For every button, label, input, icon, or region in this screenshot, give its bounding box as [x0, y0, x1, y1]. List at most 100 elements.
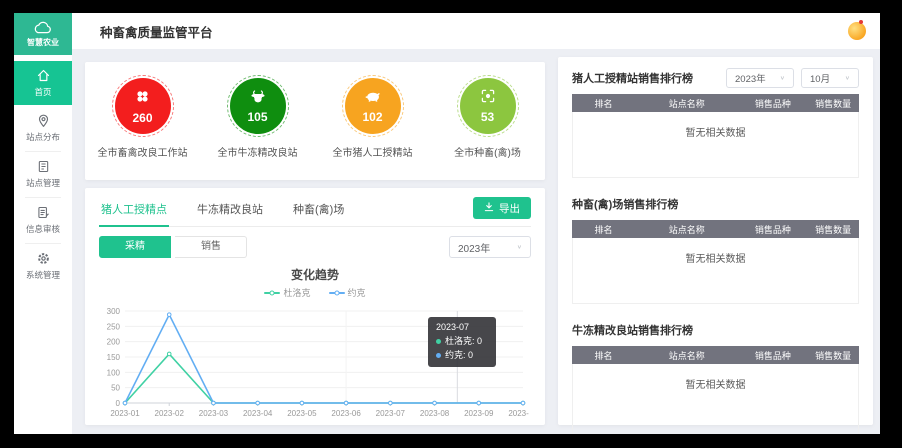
- chart-legend: 杜洛克 约克: [99, 286, 531, 299]
- stat-ring: 53: [457, 75, 519, 137]
- tab-breeding-farm[interactable]: 种畜(禽)场: [291, 198, 346, 226]
- svg-text:200: 200: [107, 338, 121, 347]
- stat-pig-ai-stations: 102 全市猪人工授精站: [315, 75, 430, 159]
- map-pin-icon: [36, 113, 51, 128]
- trend-chart-card: 猪人工授精点 牛冻精改良站 种畜(禽)场 导出 采精 销售: [85, 188, 545, 425]
- chart-controls: 采精 销售 2023年 ∨: [99, 236, 531, 258]
- chart-title: 变化趋势: [99, 266, 531, 283]
- ranking-pig-ai-sales: 猪人工授精站销售排行榜 2023年 ∨ 10月 ∨: [572, 65, 859, 178]
- stat-breeding-farms: 53 全市种畜(禽)场: [430, 75, 545, 159]
- stat-value: 105: [247, 110, 267, 124]
- ranking-breeding-farm-sales: 种畜(禽)场销售排行榜 排名 站点名称 销售品种 销售数量 暂无相关数据: [572, 191, 859, 304]
- tab-pig-ai-point[interactable]: 猪人工授精点: [99, 198, 169, 227]
- svg-text:50: 50: [111, 384, 120, 393]
- chart-tabs: 猪人工授精点 牛冻精改良站 种畜(禽)场 导出: [99, 198, 531, 227]
- stat-circle: 102: [345, 78, 401, 134]
- sidebar-item-site-distribution[interactable]: 站点分布: [14, 105, 72, 151]
- svg-text:2023-09: 2023-09: [464, 409, 494, 418]
- svg-text:250: 250: [107, 322, 121, 331]
- audit-icon: [36, 205, 51, 220]
- download-icon: [484, 202, 494, 215]
- chevron-down-icon: ∨: [845, 75, 850, 81]
- export-button[interactable]: 导出: [473, 197, 531, 219]
- svg-text:300: 300: [107, 307, 121, 316]
- stat-cattle-frozen-semen-stations: 105 全市牛冻精改良站: [200, 75, 315, 159]
- empty-state: 暂无相关数据: [572, 364, 859, 434]
- svg-text:0: 0: [116, 399, 121, 408]
- rankings-card: 猪人工授精站销售排行榜 2023年 ∨ 10月 ∨: [558, 57, 873, 425]
- cow-icon: [249, 89, 267, 109]
- legend-marker-icon: [329, 292, 345, 294]
- sidebar-item-label: 站点管理: [26, 177, 60, 189]
- sidebar-item-label: 首页: [34, 86, 51, 98]
- building-icon: [36, 159, 51, 174]
- ranking-title: 种畜(禽)场销售排行榜: [572, 196, 678, 212]
- stat-ring: 102: [342, 75, 404, 137]
- home-icon: [36, 68, 51, 83]
- stat-ring: 105: [227, 75, 289, 137]
- ranking-title: 猪人工授精站销售排行榜: [572, 70, 693, 86]
- legend-item-duroc[interactable]: 杜洛克: [264, 286, 310, 299]
- brand-label: 智慧农业: [27, 37, 59, 48]
- table-header: 排名 站点名称 销售品种 销售数量: [572, 346, 859, 364]
- svg-text:2023-03: 2023-03: [199, 409, 229, 418]
- export-label: 导出: [499, 201, 520, 216]
- stat-ring: 260: [112, 75, 174, 137]
- toggle-sales[interactable]: 销售: [175, 236, 247, 258]
- svg-text:2023-01: 2023-01: [110, 409, 140, 418]
- chart-year-select[interactable]: 2023年 ∨: [449, 236, 531, 258]
- table-header: 排名 站点名称 销售品种 销售数量: [572, 94, 859, 112]
- stat-label: 全市牛冻精改良站: [200, 144, 315, 159]
- svg-text:2023-07: 2023-07: [376, 409, 406, 418]
- stat-circle: 53: [460, 78, 516, 134]
- empty-state: 暂无相关数据: [572, 112, 859, 178]
- stat-label: 全市种畜(禽)场: [430, 144, 545, 159]
- stat-value: 102: [362, 110, 382, 124]
- app-frame: 智慧农业 首页 站点分布 站点管理 信息审核: [14, 13, 880, 434]
- sidebar-item-home[interactable]: 首页: [14, 61, 72, 105]
- ranking-title: 牛冻精改良站销售排行榜: [572, 322, 693, 338]
- sidebar-item-info-review[interactable]: 信息审核: [14, 197, 72, 243]
- sidebar-item-label: 系统管理: [26, 269, 60, 281]
- svg-text:100: 100: [107, 368, 121, 377]
- trend-chart[interactable]: 0501001502002503002023-012023-022023-032…: [99, 303, 531, 423]
- ranking-year-select[interactable]: 2023年 ∨: [726, 68, 794, 88]
- trend-chart-svg[interactable]: 0501001502002503002023-012023-022023-032…: [99, 303, 529, 423]
- svg-text:150: 150: [107, 353, 121, 362]
- stat-value: 260: [132, 111, 152, 125]
- sidebar: 智慧农业 首页 站点分布 站点管理 信息审核: [14, 13, 72, 434]
- right-column: 猪人工授精站销售排行榜 2023年 ∨ 10月 ∨: [558, 57, 873, 425]
- svg-text:2023-06: 2023-06: [331, 409, 361, 418]
- svg-text:2023-05: 2023-05: [287, 409, 317, 418]
- empty-state: 暂无相关数据: [572, 238, 859, 304]
- sidebar-item-site-management[interactable]: 站点管理: [14, 151, 72, 197]
- pig-icon: [364, 89, 382, 109]
- left-column: 260 全市畜禽改良工作站 105 全市牛冻精改良站: [85, 62, 545, 425]
- stat-label: 全市猪人工授精站: [315, 144, 430, 159]
- sidebar-item-label: 站点分布: [26, 131, 60, 143]
- clover-icon: [134, 88, 151, 110]
- legend-item-yorkshire[interactable]: 约克: [329, 286, 366, 299]
- cloud-icon: [32, 21, 54, 35]
- svg-text:2023-04: 2023-04: [243, 409, 273, 418]
- app-logo: 智慧农业: [14, 13, 72, 55]
- metric-toggle-group: 采精 销售: [99, 236, 247, 258]
- page-title: 种畜禽质量监管平台: [100, 22, 213, 41]
- stat-improvement-workstations: 260 全市畜禽改良工作站: [85, 75, 200, 159]
- svg-text:2023-08: 2023-08: [420, 409, 450, 418]
- topbar: 种畜禽质量监管平台: [72, 13, 880, 49]
- stat-value: 53: [481, 110, 494, 124]
- gear-icon: [36, 251, 51, 266]
- stat-circle: 260: [115, 78, 171, 134]
- ranking-month-select[interactable]: 10月 ∨: [801, 68, 859, 88]
- user-avatar[interactable]: [848, 22, 866, 40]
- stat-circle: 105: [230, 78, 286, 134]
- legend-marker-icon: [264, 292, 280, 294]
- sidebar-item-system-management[interactable]: 系统管理: [14, 243, 72, 289]
- stat-label: 全市畜禽改良工作站: [85, 144, 200, 159]
- tab-cattle-frozen-semen-station[interactable]: 牛冻精改良站: [195, 198, 265, 226]
- ranking-cattle-frozen-semen-sales: 牛冻精改良站销售排行榜 排名 站点名称 销售品种 销售数量 暂无相关数据: [572, 317, 859, 434]
- scan-icon: [480, 88, 496, 109]
- toggle-collection[interactable]: 采精: [99, 236, 171, 258]
- table-header: 排名 站点名称 销售品种 销售数量: [572, 220, 859, 238]
